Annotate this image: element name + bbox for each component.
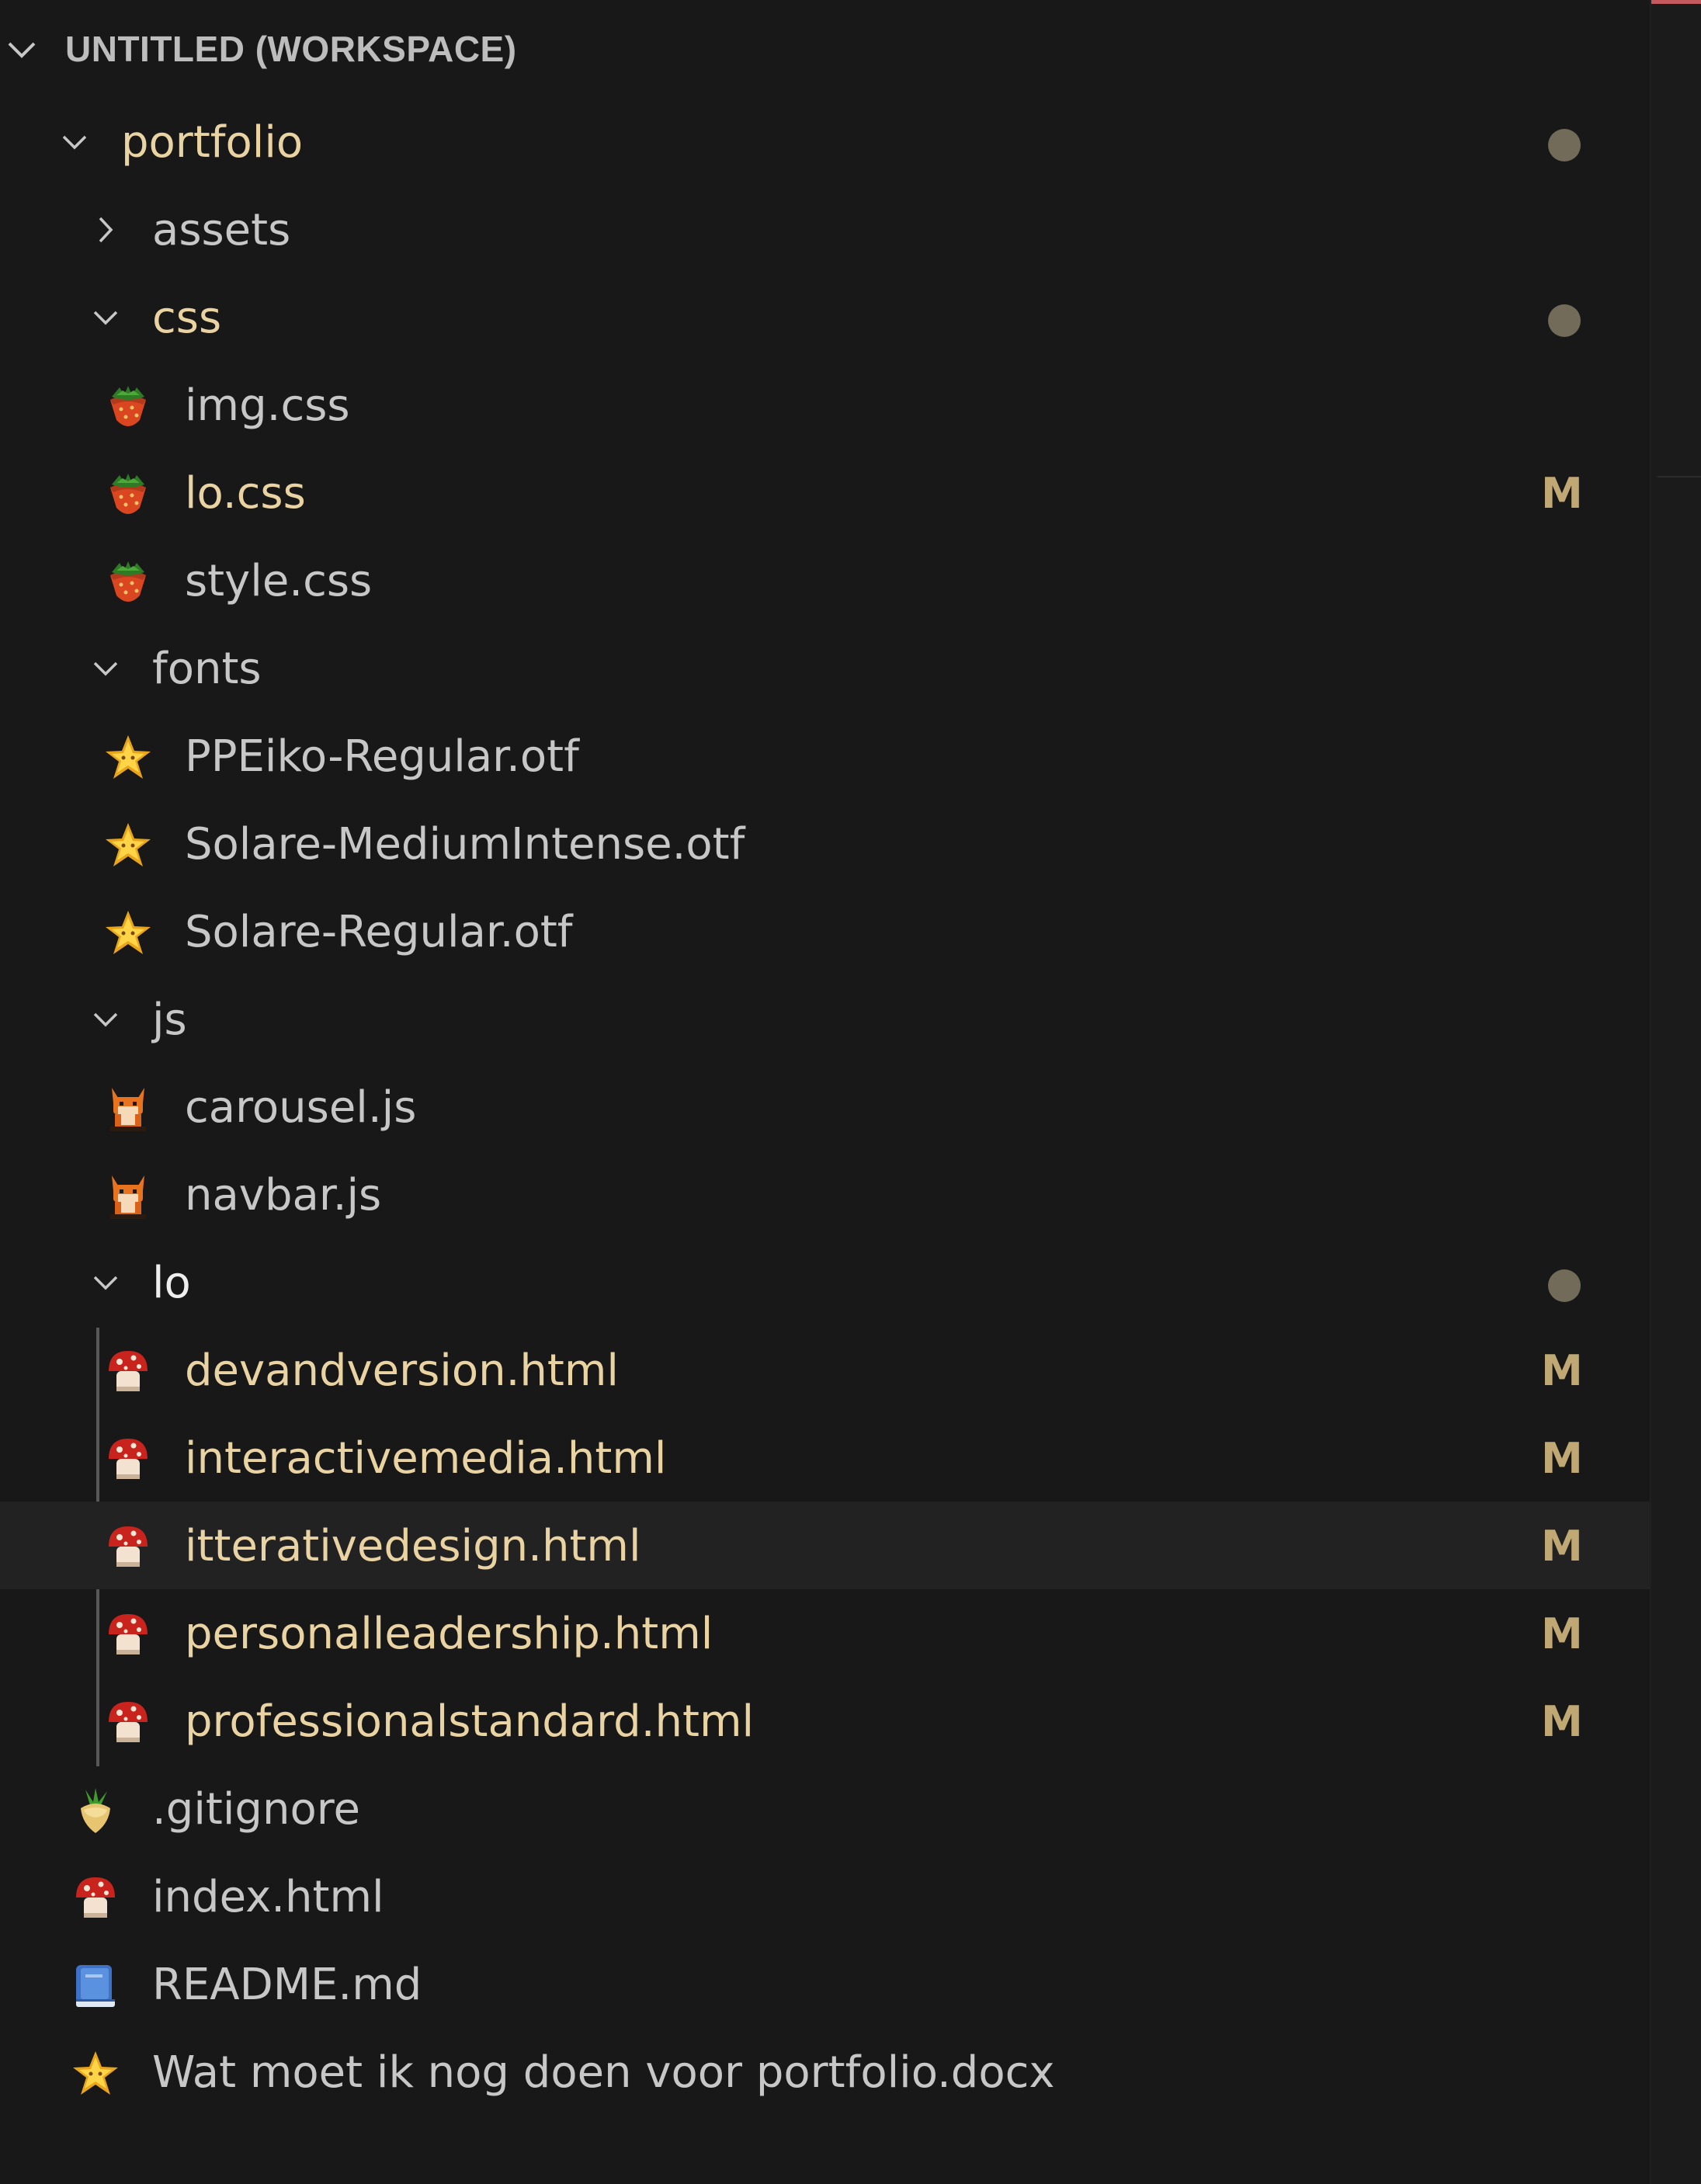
mushroom-icon	[102, 1434, 154, 1485]
file-label: Wat moet ik nog doen voor portfolio.docx	[152, 2047, 1055, 2098]
folder-label: lo	[152, 1258, 191, 1308]
tree-file-devandversion[interactable]: devandversion.html M	[0, 1326, 1650, 1414]
file-label: PPEiko-Regular.otf	[185, 731, 579, 782]
tree-file-index-html[interactable]: index.html	[0, 1852, 1650, 1940]
workspace-title: UNTITLED (WORKSPACE)	[65, 29, 517, 69]
folder-label: fonts	[152, 644, 262, 694]
chevron-down-icon	[90, 1267, 121, 1298]
modified-badge: M	[1541, 1697, 1583, 1746]
tree-file-interactivemedia[interactable]: interactivemedia.html M	[0, 1414, 1650, 1502]
tree-file-style-css[interactable]: style.css	[0, 536, 1650, 624]
chevron-down-icon	[90, 302, 121, 333]
active-tab-accent	[1651, 0, 1701, 4]
tree-folder-fonts[interactable]: fonts	[0, 624, 1650, 712]
mushroom-icon	[102, 1697, 154, 1748]
fox-icon	[102, 1171, 154, 1222]
file-label: index.html	[152, 1872, 384, 1922]
tree-file-personalleadership[interactable]: personalleadership.html M	[0, 1589, 1650, 1677]
tree-file-img-css[interactable]: img.css	[0, 361, 1650, 449]
folder-label: js	[152, 995, 187, 1045]
chevron-down-icon	[90, 653, 121, 684]
file-label: interactivemedia.html	[185, 1433, 667, 1484]
pending-changes-dot	[1548, 1269, 1581, 1302]
file-label: lo.css	[185, 468, 306, 519]
tree-folder-assets[interactable]: assets	[0, 186, 1650, 273]
modified-badge: M	[1541, 1609, 1583, 1658]
folder-label: portfolio	[121, 117, 304, 168]
tree-file-lo-css[interactable]: lo.css M	[0, 449, 1650, 536]
chevron-down-icon[interactable]	[5, 37, 39, 65]
chevron-down-icon	[90, 1004, 121, 1035]
file-label: professionalstandard.html	[185, 1696, 755, 1747]
tree-file-carousel-js[interactable]: carousel.js	[0, 1063, 1650, 1151]
file-label: itterativedesign.html	[185, 1521, 641, 1571]
strawberry-icon	[102, 557, 154, 608]
tree-folder-lo[interactable]: lo	[0, 1238, 1650, 1326]
chevron-down-icon	[59, 127, 90, 158]
star-icon	[102, 732, 154, 783]
file-label: Solare-Regular.otf	[185, 907, 573, 957]
editor-divider	[1658, 476, 1701, 477]
strawberry-icon	[102, 469, 154, 520]
modified-badge: M	[1541, 1346, 1583, 1395]
mushroom-icon	[102, 1609, 154, 1661]
star-icon	[102, 908, 154, 959]
tree-folder-portfolio[interactable]: portfolio	[0, 98, 1650, 186]
tree-file-itterativedesign[interactable]: itterativedesign.html M	[0, 1502, 1650, 1589]
book-icon	[70, 1960, 121, 2012]
mushroom-icon	[102, 1346, 154, 1398]
chevron-right-icon	[90, 214, 121, 245]
modified-badge: M	[1541, 469, 1583, 518]
file-label: carousel.js	[185, 1082, 417, 1133]
tree-file-readme[interactable]: README.md	[0, 1940, 1650, 2028]
tree-file-solare-medium[interactable]: Solare-MediumIntense.otf	[0, 800, 1650, 887]
tree-folder-js[interactable]: js	[0, 975, 1650, 1063]
tree-file-docx[interactable]: Wat moet ik nog doen voor portfolio.docx	[0, 2028, 1650, 2116]
file-label: README.md	[152, 1960, 422, 2010]
editor-edge	[1650, 0, 1701, 2184]
explorer-panel: UNTITLED (WORKSPACE) portfolio assets cs…	[0, 0, 1650, 2184]
file-label: personalleadership.html	[185, 1609, 713, 1659]
turnip-icon	[70, 1785, 121, 1836]
star-icon	[102, 820, 154, 871]
tree-file-professionalstandard[interactable]: professionalstandard.html M	[0, 1677, 1650, 1765]
strawberry-icon	[102, 381, 154, 432]
folder-label: css	[152, 293, 222, 343]
modified-badge: M	[1541, 1434, 1583, 1483]
pending-changes-dot	[1548, 129, 1581, 161]
tree-file-solare-regular[interactable]: Solare-Regular.otf	[0, 887, 1650, 975]
folder-label: assets	[152, 205, 291, 255]
file-label: style.css	[185, 556, 373, 606]
tree-file-ppeiko[interactable]: PPEiko-Regular.otf	[0, 712, 1650, 800]
file-label: navbar.js	[185, 1170, 382, 1220]
fox-icon	[102, 1083, 154, 1134]
tree-file-gitignore[interactable]: .gitignore	[0, 1765, 1650, 1852]
workspace-section-header[interactable]: UNTITLED (WORKSPACE)	[0, 23, 1650, 79]
pending-changes-dot	[1548, 304, 1581, 337]
tree-folder-css[interactable]: css	[0, 273, 1650, 361]
file-label: img.css	[185, 380, 350, 431]
modified-badge: M	[1541, 1522, 1583, 1571]
star-icon	[70, 2048, 121, 2099]
mushroom-icon	[102, 1522, 154, 1573]
file-label: devandversion.html	[185, 1345, 619, 1396]
file-label: .gitignore	[152, 1784, 360, 1835]
mushroom-icon	[70, 1873, 121, 1924]
tree-file-navbar-js[interactable]: navbar.js	[0, 1151, 1650, 1238]
file-label: Solare-MediumIntense.otf	[185, 819, 745, 870]
